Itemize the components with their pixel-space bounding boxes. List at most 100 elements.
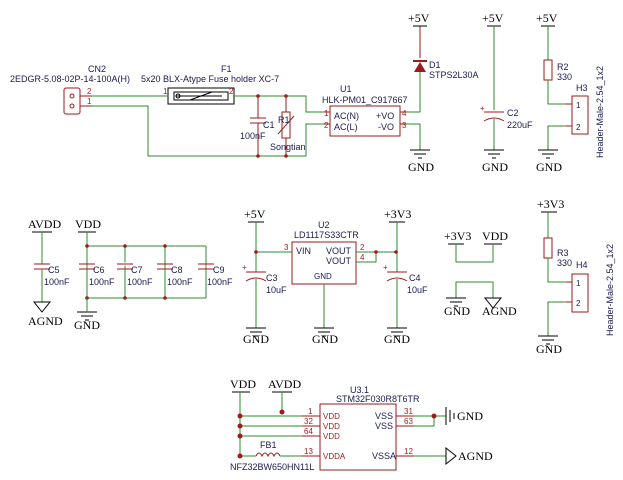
r3-ref: R3 xyxy=(557,248,569,258)
net-label-gnd: GND xyxy=(312,332,338,346)
wire-h4-gnd xyxy=(547,301,566,336)
f1-pin-2: 2 xyxy=(229,87,234,96)
wire-vss63-gnd xyxy=(414,416,435,427)
ferrite-bead-fb1[interactable] xyxy=(255,452,281,458)
u3-pin-vdd-32: VDD xyxy=(323,422,340,431)
capacitor-c4[interactable]: + xyxy=(383,263,408,282)
u2-pin-vout2: VOUT xyxy=(326,256,352,266)
h4-value: Header-Male-2.54_1x2 xyxy=(605,244,615,336)
net-label-agnd: AGND xyxy=(28,314,63,328)
u1-ref: U1 xyxy=(340,84,352,94)
junction xyxy=(85,244,89,248)
fb1-value: NFZ32BW650HN11L xyxy=(230,462,314,472)
net-label-vdd: VDD xyxy=(482,229,508,243)
u2-pin-gnd: GND xyxy=(314,272,332,281)
c2-ref: C2 xyxy=(507,108,519,118)
net-label-agnd: AGND xyxy=(458,449,493,463)
c9-value: 100nF xyxy=(207,277,233,287)
h3-ref: H3 xyxy=(576,83,588,93)
junction xyxy=(279,409,285,415)
f1-value: 5x20 BLX-Atype Fuse holder XC-7 xyxy=(141,74,279,84)
cn2-pin-1: 1 xyxy=(87,97,92,106)
net-label-avdd: AVDD xyxy=(268,377,301,391)
capacitor-c3[interactable]: + xyxy=(242,263,267,282)
net-label-3v3: +3V3 xyxy=(537,197,564,211)
u1-pin-2: 2 xyxy=(324,121,329,130)
c5-value: 100nF xyxy=(44,277,70,287)
c7-ref: C7 xyxy=(131,265,143,275)
wire-r2-to-h3 xyxy=(547,80,566,105)
agnd-symbol-u3 xyxy=(445,446,457,466)
diode-d1[interactable] xyxy=(413,26,427,72)
c3-value: 10uF xyxy=(266,285,287,295)
junction xyxy=(237,453,243,459)
r2-value: 330 xyxy=(557,72,572,82)
gnd-symbol-c2 xyxy=(484,149,504,159)
u1-pin-acl: AC(L) xyxy=(334,122,358,132)
wire-vdd-rail xyxy=(239,392,256,457)
junction xyxy=(123,244,127,248)
net-label-gnd: GND xyxy=(384,332,410,346)
junction xyxy=(163,296,167,300)
u2-ref: U2 xyxy=(318,220,330,230)
d1-ref: D1 xyxy=(429,60,441,70)
net-label-vdd: VDD xyxy=(75,217,101,231)
c5-ref: C5 xyxy=(48,265,60,275)
junction xyxy=(123,296,127,300)
junction xyxy=(374,250,378,254)
net-label-vdd: VDD xyxy=(230,377,256,391)
resistor-r3[interactable] xyxy=(543,237,553,259)
c3-ref: C3 xyxy=(266,273,278,283)
c6-ref: C6 xyxy=(93,265,105,275)
net-label-gnd: GND xyxy=(243,332,269,346)
resistor-r2[interactable] xyxy=(543,59,553,81)
u1-pin-3: 3 xyxy=(402,121,407,130)
u3-pin-vdd-1: VDD xyxy=(323,412,340,421)
u3-pin-12: 12 xyxy=(404,447,413,456)
net-label-gnd: GND xyxy=(457,409,483,423)
junction xyxy=(254,250,258,254)
net-label-gnd: GND xyxy=(444,304,470,318)
net-label-agnd: AGND xyxy=(482,304,517,318)
wire-fuse-to-u1-acn xyxy=(234,95,324,113)
h4-pin-1: 1 xyxy=(576,279,581,288)
u1-pin-1: 1 xyxy=(324,109,329,118)
net-label-5v: +5V xyxy=(408,11,430,25)
cn2-pin-2: 2 xyxy=(87,87,92,96)
net-label-5v: +5V xyxy=(536,11,558,25)
junction xyxy=(163,244,167,248)
d1-value: STPS2L30A xyxy=(429,70,479,80)
c8-value: 100nF xyxy=(167,277,193,287)
junction xyxy=(431,413,437,419)
r3-value: 330 xyxy=(557,258,572,268)
u1-pin-von: -VO xyxy=(378,122,394,132)
u1-value: HLK-PM01_C917667 xyxy=(322,95,408,105)
fuse-holder-f1[interactable] xyxy=(167,87,235,105)
net-label-gnd: GND xyxy=(536,342,562,356)
junction xyxy=(256,154,260,158)
f1-pin-1: 1 xyxy=(163,87,168,96)
gnd-symbol-u1 xyxy=(410,149,430,159)
u3-pin-31: 31 xyxy=(404,407,413,416)
net-label-gnd: GND xyxy=(408,160,434,174)
wire-u1-gnd xyxy=(406,123,421,150)
u2-pin-2: 2 xyxy=(360,243,365,252)
c2-value: 220uF xyxy=(507,120,533,130)
c4-value: 10uF xyxy=(407,285,428,295)
r2-ref: R2 xyxy=(557,62,569,72)
h3-pin-1: 1 xyxy=(576,101,581,110)
net-label-gnd: GND xyxy=(482,160,508,174)
power-5v-r2 xyxy=(541,25,555,60)
c4-ref: C4 xyxy=(409,273,421,283)
wire-gnd-agnd-tie xyxy=(455,281,494,298)
u3-pin-vss-63: VSS xyxy=(375,421,393,431)
c8-ref: C8 xyxy=(171,265,183,275)
c1-ref: C1 xyxy=(263,120,275,130)
u1-pin-4: 4 xyxy=(402,109,407,118)
capacitor-c2[interactable]: + xyxy=(480,104,505,150)
u3-pin-32: 32 xyxy=(304,417,313,426)
u2-pin-4: 4 xyxy=(360,253,365,262)
junction xyxy=(256,94,260,98)
u3-pin-64: 64 xyxy=(304,427,313,436)
h4-ref: H4 xyxy=(576,260,588,270)
